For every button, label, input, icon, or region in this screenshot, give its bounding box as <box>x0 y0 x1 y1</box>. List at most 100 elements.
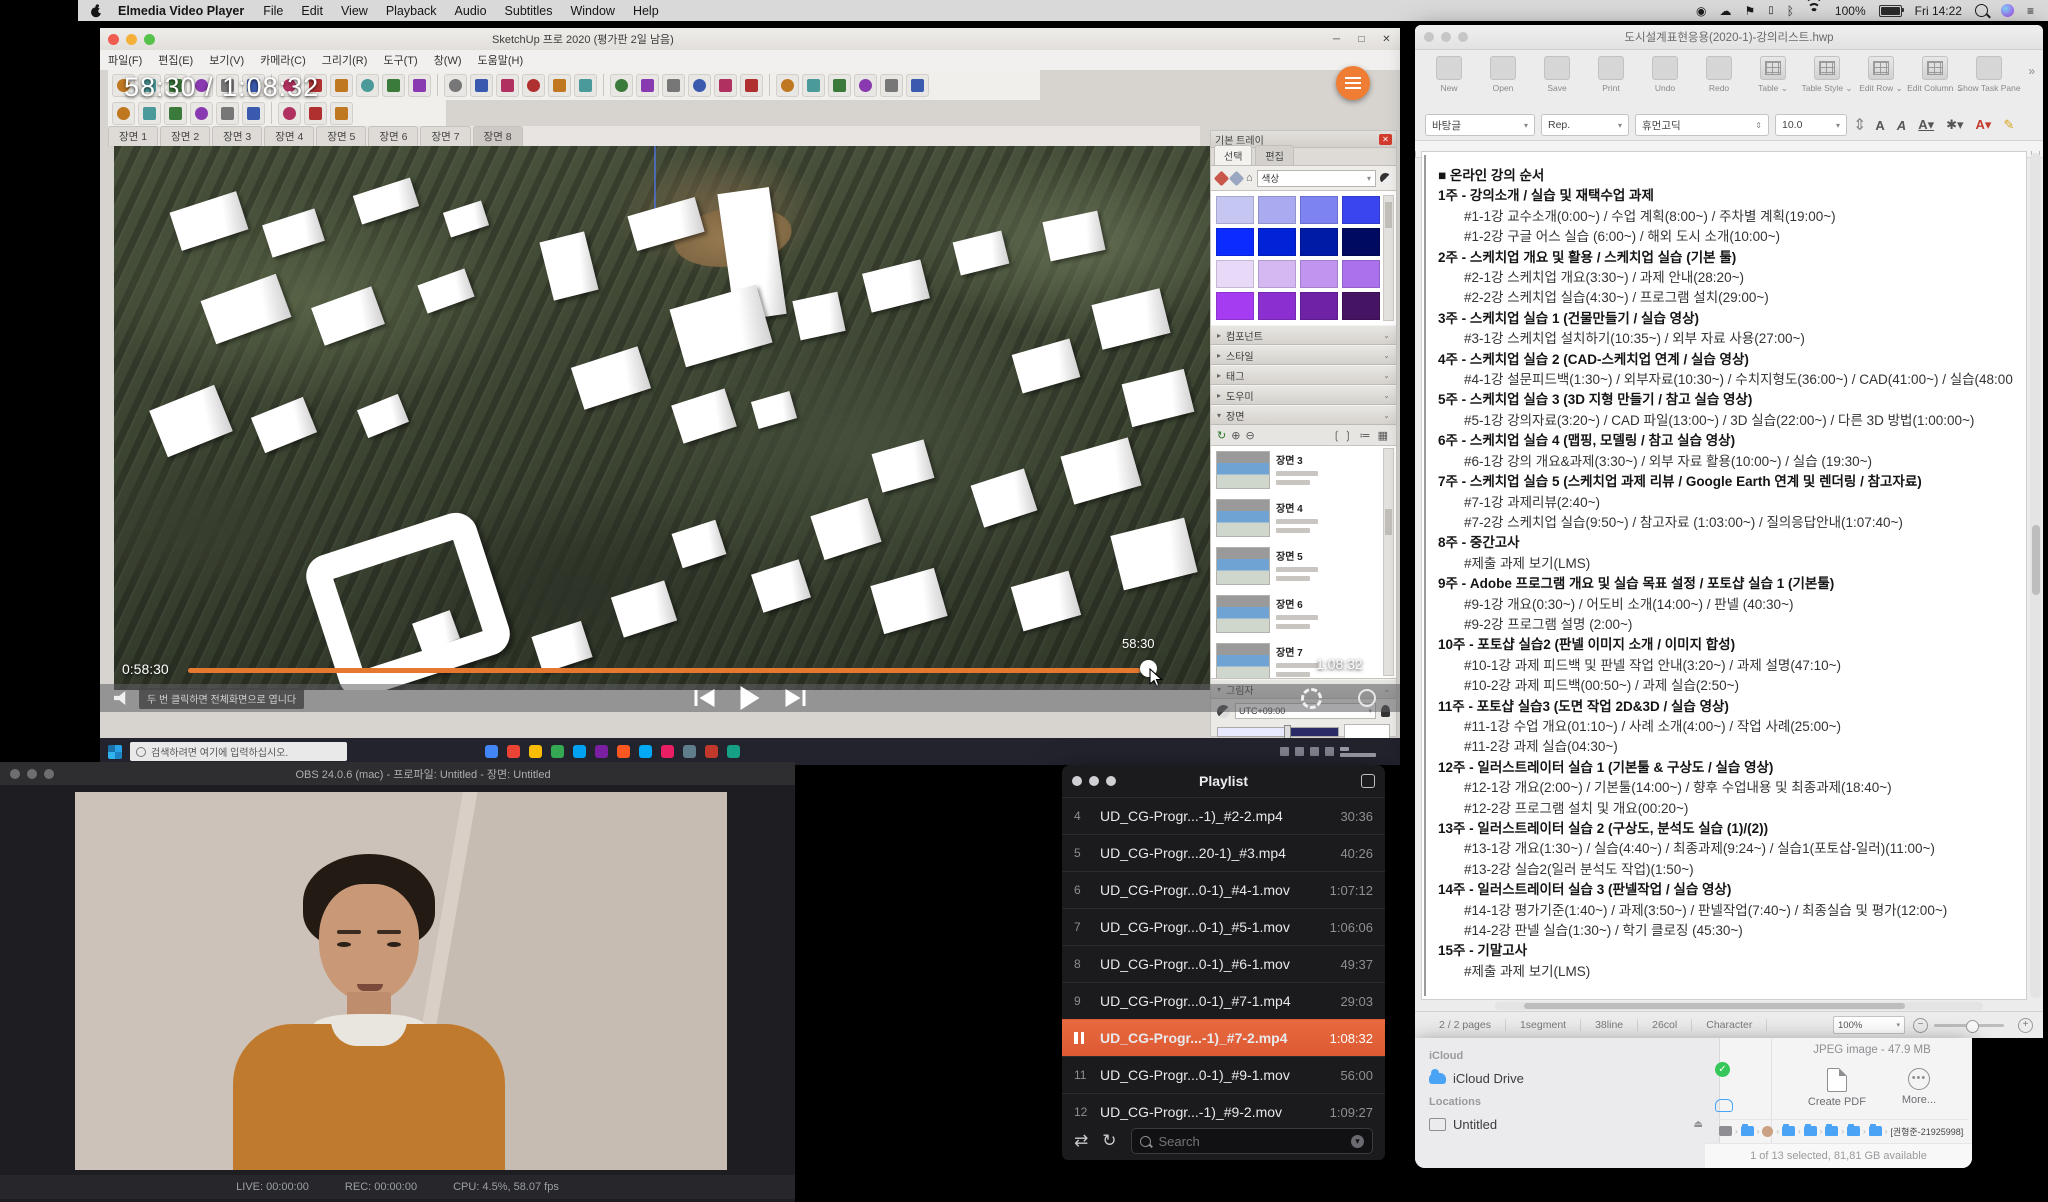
playlist-row[interactable]: 7UD_CG-Progr...0-1)_#5-1.mov1:06:06 <box>1062 908 1385 945</box>
obs-status-icon[interactable]: ◉ <box>1696 4 1706 18</box>
scene-tab[interactable]: 장면 5 <box>316 126 366 146</box>
playlist-row[interactable]: 8UD_CG-Progr...0-1)_#6-1.mov49:37 <box>1062 945 1385 982</box>
menu-edit[interactable]: Edit <box>292 4 332 18</box>
scene-list-item[interactable]: 장면 6 <box>1211 590 1396 638</box>
hwp-tool-edit-row[interactable]: Edit Row ⌄ <box>1855 56 1907 94</box>
bookmark-icon[interactable]: ⚑ <box>1744 4 1755 18</box>
zoom-slider[interactable] <box>1934 1024 2004 1027</box>
finder-path-bar[interactable]: › › › › › › › › [권형준-21925998]21925998 권… <box>1715 1119 1968 1142</box>
sketchup-menu-item[interactable]: 카메라(C) <box>252 52 314 68</box>
color-swatch[interactable] <box>1300 228 1338 256</box>
settings-gear-icon[interactable] <box>1301 688 1322 709</box>
play-button[interactable] <box>741 686 760 710</box>
sketchup-menu-item[interactable]: 도움말(H) <box>470 52 532 68</box>
windows-start-icon[interactable] <box>108 745 122 759</box>
tool-icon[interactable] <box>408 74 431 97</box>
playlist-row[interactable]: 6UD_CG-Progr...0-1)_#4-1.mov1:07:12 <box>1062 871 1385 908</box>
tool-icon[interactable] <box>164 102 187 125</box>
document-page[interactable]: ■ 온라인 강의 순서1주 - 강의소개 / 실습 및 재택수업 과제#1-1강… <box>1421 151 2027 1000</box>
tool-icon[interactable] <box>330 74 353 97</box>
minimize-traffic-light[interactable] <box>27 769 37 779</box>
previous-button[interactable] <box>695 689 715 707</box>
taskbar-app-icon[interactable] <box>639 745 652 758</box>
tool-icon[interactable] <box>574 74 597 97</box>
repeat-icon[interactable]: ↻ <box>1102 1131 1116 1151</box>
minimize-traffic-light[interactable] <box>1441 32 1451 42</box>
playlist-search-field[interactable]: ▾ <box>1131 1128 1374 1154</box>
action-create-pdf[interactable]: Create PDF <box>1808 1068 1866 1108</box>
taskbar-app-icon[interactable] <box>705 745 718 758</box>
color-swatch[interactable] <box>1216 196 1254 224</box>
search-input[interactable] <box>1157 1133 1346 1150</box>
playlist-row[interactable]: 5UD_CG-Progr...20-1)_#3.mp440:26 <box>1062 834 1385 871</box>
menu-playback[interactable]: Playback <box>377 4 446 18</box>
airplay-icon[interactable] <box>1358 689 1376 707</box>
font-dropdown[interactable]: 휴먼고딕⇕ <box>1635 114 1769 136</box>
style-dropdown[interactable]: 바탕글▾ <box>1425 114 1535 136</box>
effects-icon[interactable]: ✱▾ <box>1943 117 1966 133</box>
tool-icon[interactable] <box>304 102 327 125</box>
taskbar-app-icon[interactable] <box>485 745 498 758</box>
menu-bar-clock[interactable]: Fri 14:22 <box>1915 4 1962 18</box>
hwp-tool-save[interactable]: Save <box>1531 56 1583 93</box>
tool-icon[interactable] <box>740 74 763 97</box>
close-traffic-light[interactable] <box>108 34 119 45</box>
tool-icon[interactable] <box>112 102 135 125</box>
spotlight-icon[interactable] <box>1975 4 1988 17</box>
color-swatch[interactable] <box>1216 228 1254 256</box>
tool-icon[interactable] <box>522 74 545 97</box>
sketchup-menu-item[interactable]: 편집(E) <box>150 52 201 68</box>
hwp-tool-show-task-pane[interactable]: Show Task Pane <box>1963 56 2015 93</box>
tool-icon[interactable] <box>382 74 405 97</box>
playlist-row[interactable]: 11UD_CG-Progr...0-1)_#9-1.mov56:00 <box>1062 1056 1385 1093</box>
tool-icon[interactable] <box>548 74 571 97</box>
tool-icon[interactable] <box>828 74 851 97</box>
tool-icon[interactable] <box>470 74 493 97</box>
tray-close-icon[interactable]: ✕ <box>1379 134 1392 145</box>
tray-section-header[interactable]: ▸태그⌄ <box>1211 365 1396 385</box>
scene-tab[interactable]: 장면 4 <box>264 126 314 146</box>
color-swatch[interactable] <box>1342 196 1380 224</box>
toolbar-overflow-icon[interactable]: » <box>2028 56 2035 78</box>
wifi-icon[interactable] <box>1807 5 1822 16</box>
tray-section-header[interactable]: ▸스타일⌄ <box>1211 345 1396 365</box>
siri-icon[interactable] <box>2001 4 2014 17</box>
playlist-row[interactable]: 9UD_CG-Progr...0-1)_#7-1.mp429:03 <box>1062 982 1385 1019</box>
menu-help[interactable]: Help <box>624 4 668 18</box>
seek-bar[interactable] <box>188 668 1150 673</box>
minimize-traffic-light[interactable] <box>126 34 137 45</box>
refresh-scene-icon[interactable]: ↻ <box>1217 429 1226 442</box>
app-menu-title[interactable]: Elmedia Video Player <box>108 4 254 18</box>
bold-icon[interactable]: A <box>1872 118 1887 133</box>
hwp-tool-table[interactable]: Table ⌄ <box>1747 56 1799 94</box>
zoom-traffic-light[interactable] <box>144 34 155 45</box>
color-swatch[interactable] <box>1342 228 1380 256</box>
tray-tab-편집[interactable]: 편집 <box>1255 145 1293 165</box>
home-icon[interactable]: ⌂ <box>1246 172 1253 184</box>
tool-icon[interactable] <box>444 74 467 97</box>
next-button[interactable] <box>786 689 806 707</box>
tool-icon[interactable] <box>242 102 265 125</box>
notification-center-icon[interactable]: ≡ <box>2027 4 2034 18</box>
highlight-icon[interactable]: ✎ <box>2000 117 2017 133</box>
taskbar-app-icon[interactable] <box>617 745 630 758</box>
menu-file[interactable]: File <box>254 4 292 18</box>
tool-icon[interactable] <box>714 74 737 97</box>
zoom-in-icon[interactable]: + <box>2018 1018 2033 1033</box>
palette-scrollbar[interactable] <box>1383 195 1394 321</box>
sketchup-menu-item[interactable]: 보기(V) <box>201 52 252 68</box>
tool-icon[interactable] <box>776 74 799 97</box>
scene-scrollbar[interactable] <box>1383 448 1394 676</box>
font-color-icon[interactable]: A▾ <box>1973 117 1995 133</box>
font-size-dropdown[interactable]: 10.0▾ <box>1775 114 1847 136</box>
sketchup-menu-item[interactable]: 그리기(R) <box>314 52 376 68</box>
scene-tab[interactable]: 장면 7 <box>420 126 470 146</box>
zoom-dropdown[interactable]: 100%▾ <box>1833 1016 1905 1034</box>
shadow-time-slider[interactable] <box>1217 727 1339 737</box>
menu-window[interactable]: Window <box>561 4 623 18</box>
tool-icon[interactable] <box>610 74 633 97</box>
hwp-tool-edit-column[interactable]: Edit Column ⌄ <box>1909 56 1961 94</box>
materials-dropdown[interactable]: 색상▾ <box>1257 170 1376 187</box>
vertical-scrollbar[interactable] <box>2030 153 2041 998</box>
win-maximize-icon[interactable]: □ <box>1356 34 1367 45</box>
